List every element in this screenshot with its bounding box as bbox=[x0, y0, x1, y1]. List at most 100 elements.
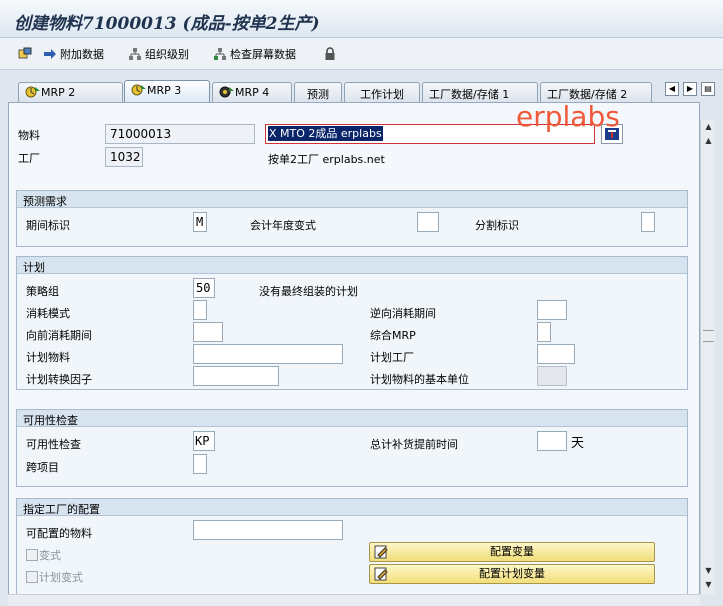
variant-checkbox bbox=[26, 549, 38, 561]
configurable-material-field[interactable] bbox=[193, 520, 343, 540]
screen-icon bbox=[18, 47, 32, 61]
replenishment-lead-time-label: 总计补货提前时间 bbox=[370, 438, 458, 451]
availability-check-label: 可用性检查 bbox=[26, 438, 81, 451]
tab-mrp2-label: MRP 2 bbox=[41, 86, 76, 99]
tab-plant-data-storage-2-label: 工厂数据/存储 2 bbox=[547, 88, 628, 101]
availability-check-group: 可用性检查 可用性检查 KP 总计补货提前时间 天 跨项目 bbox=[16, 409, 688, 487]
planning-base-unit-field bbox=[537, 366, 567, 386]
mixed-mrp-label: 综合MRP bbox=[370, 329, 416, 342]
tab-forecast-label: 预测 bbox=[307, 88, 329, 101]
availability-group-title: 可用性检查 bbox=[17, 410, 687, 427]
plant-configuration-group: 指定工厂的配置 可配置的物料 变式 配置变量 计划变式 配置计划变量 bbox=[16, 498, 688, 598]
vertical-scrollbar[interactable]: ▲ ▲ ▼ ▼ bbox=[700, 120, 715, 594]
tab-mrp3-label: MRP 3 bbox=[147, 84, 182, 97]
forward-consumption-field[interactable] bbox=[193, 322, 223, 342]
configure-planning-variant-label: 配置计划变量 bbox=[479, 567, 545, 580]
planning-variant-checkbox bbox=[26, 571, 38, 583]
conversion-factor-label: 计划转换因子 bbox=[26, 373, 92, 386]
splitting-indicator-field[interactable] bbox=[641, 212, 655, 232]
fiscal-year-variant-field[interactable] bbox=[417, 212, 439, 232]
mrp-icon bbox=[131, 84, 146, 96]
mrp-icon bbox=[25, 86, 40, 98]
org-levels-button[interactable]: 组织级别 bbox=[128, 45, 189, 63]
scroll-up-icon[interactable]: ▲ bbox=[703, 122, 714, 133]
material-description-text: X MTO 2成品 erplabs bbox=[268, 126, 383, 141]
consumption-mode-label: 消耗模式 bbox=[26, 307, 70, 320]
scroll-down-icon[interactable]: ▼ bbox=[703, 580, 714, 591]
replenishment-lead-time-field[interactable] bbox=[537, 431, 567, 451]
mixed-mrp-field[interactable] bbox=[537, 322, 551, 342]
generic-toolbar-button[interactable] bbox=[18, 45, 32, 63]
org-levels-icon bbox=[128, 47, 142, 61]
fiscal-year-variant-label: 会计年度变式 bbox=[250, 219, 316, 232]
lead-time-unit: 天 bbox=[571, 436, 585, 451]
tab-mrp2[interactable]: MRP 2 bbox=[18, 82, 123, 102]
tab-plant-data-storage-2[interactable]: 工厂数据/存储 2 bbox=[540, 82, 652, 102]
planning-variant-label: 计划变式 bbox=[39, 571, 83, 584]
planning-base-unit-label: 计划物料的基本单位 bbox=[370, 373, 469, 386]
availability-check-field[interactable]: KP bbox=[193, 431, 215, 451]
planning-material-label: 计划物料 bbox=[26, 351, 70, 364]
lock-button[interactable] bbox=[323, 45, 337, 63]
strategy-group-label: 策略组 bbox=[26, 285, 59, 298]
consumption-mode-field[interactable] bbox=[193, 300, 207, 320]
splitting-indicator-label: 分割标识 bbox=[475, 219, 519, 232]
planning-plant-field[interactable] bbox=[537, 344, 575, 364]
cross-project-label: 跨项目 bbox=[26, 461, 59, 474]
mrp-icon bbox=[219, 86, 234, 98]
period-indicator-label: 期间标识 bbox=[26, 219, 70, 232]
tab-list-icon[interactable]: ▤ bbox=[701, 82, 715, 96]
application-toolbar: 附加数据 组织级别 检查屏幕数据 bbox=[0, 38, 723, 70]
configure-planning-variant-button[interactable]: 配置计划变量 bbox=[369, 564, 655, 584]
additional-data-label: 附加数据 bbox=[60, 48, 104, 61]
window-title: 创建物料71000013 (成品-按单2生产) bbox=[14, 14, 320, 34]
material-number-field: 71000013 bbox=[105, 124, 255, 144]
org-levels-label: 组织级别 bbox=[145, 48, 189, 61]
check-screen-data-label: 检查屏幕数据 bbox=[230, 48, 296, 61]
tab-mrp3[interactable]: MRP 3 bbox=[124, 80, 210, 102]
tab-strip: MRP 2 MRP 3 MRP 4 预测 工作计划 工厂数据/存储 1 工厂数据… bbox=[0, 78, 723, 102]
scroll-down-step-icon[interactable]: ▼ bbox=[703, 566, 714, 577]
planning-material-field[interactable] bbox=[193, 344, 343, 364]
period-indicator-field[interactable]: M bbox=[193, 212, 207, 232]
material-label: 物料 bbox=[18, 129, 40, 142]
conversion-factor-field[interactable] bbox=[193, 366, 279, 386]
tab-mrp4-label: MRP 4 bbox=[235, 86, 270, 99]
forward-consumption-label: 向前消耗期间 bbox=[26, 329, 92, 342]
cross-project-field[interactable] bbox=[193, 454, 207, 474]
tab-scroll-left-icon[interactable]: ◀ bbox=[665, 82, 679, 96]
configurable-material-label: 可配置的物料 bbox=[26, 527, 92, 540]
configure-variant-label: 配置变量 bbox=[490, 545, 534, 558]
check-screen-data-button[interactable]: 检查屏幕数据 bbox=[213, 45, 296, 63]
backward-consumption-label: 逆向消耗期间 bbox=[370, 307, 436, 320]
strategy-group-description: 没有最终组装的计划 bbox=[259, 285, 358, 298]
tab-work-scheduling[interactable]: 工作计划 bbox=[344, 82, 420, 102]
planning-plant-label: 计划工厂 bbox=[370, 351, 414, 364]
variant-label: 变式 bbox=[39, 549, 61, 562]
planning-group: 计划 策略组 50 没有最终组装的计划 消耗模式 逆向消耗期间 向前消耗期间 综… bbox=[16, 256, 688, 390]
backward-consumption-field[interactable] bbox=[537, 300, 567, 320]
tab-scroll-right-icon[interactable]: ▶ bbox=[683, 82, 697, 96]
plant-description: 按单2工厂 erplabs.net bbox=[268, 153, 385, 166]
check-screen-icon bbox=[213, 47, 227, 61]
edit-icon bbox=[374, 567, 388, 581]
scroll-up-step-icon[interactable]: ▲ bbox=[703, 136, 714, 147]
lock-icon bbox=[323, 47, 337, 61]
forecast-requirements-group: 预测需求 期间标识 M 会计年度变式 分割标识 bbox=[16, 190, 688, 247]
forecast-group-title: 预测需求 bbox=[17, 191, 687, 208]
tab-content: 物料 71000013 X MTO 2成品 erplabs erplabs 工厂… bbox=[8, 102, 700, 600]
tab-work-scheduling-label: 工作计划 bbox=[360, 88, 404, 101]
arrow-right-icon bbox=[43, 47, 57, 61]
tab-plant-data-storage-1[interactable]: 工厂数据/存储 1 bbox=[422, 82, 538, 102]
plant-label: 工厂 bbox=[18, 152, 40, 165]
configuration-group-title: 指定工厂的配置 bbox=[17, 499, 687, 516]
tab-forecast[interactable]: 预测 bbox=[294, 82, 342, 102]
scroll-grip[interactable] bbox=[703, 330, 714, 342]
tab-mrp4[interactable]: MRP 4 bbox=[212, 82, 292, 102]
edit-icon bbox=[374, 545, 388, 559]
strategy-group-field[interactable]: 50 bbox=[193, 278, 215, 298]
configure-variant-button[interactable]: 配置变量 bbox=[369, 542, 655, 562]
tab-plant-data-storage-1-label: 工厂数据/存储 1 bbox=[429, 88, 510, 101]
additional-data-button[interactable]: 附加数据 bbox=[43, 45, 104, 63]
horizontal-scrollbar[interactable] bbox=[8, 594, 700, 606]
